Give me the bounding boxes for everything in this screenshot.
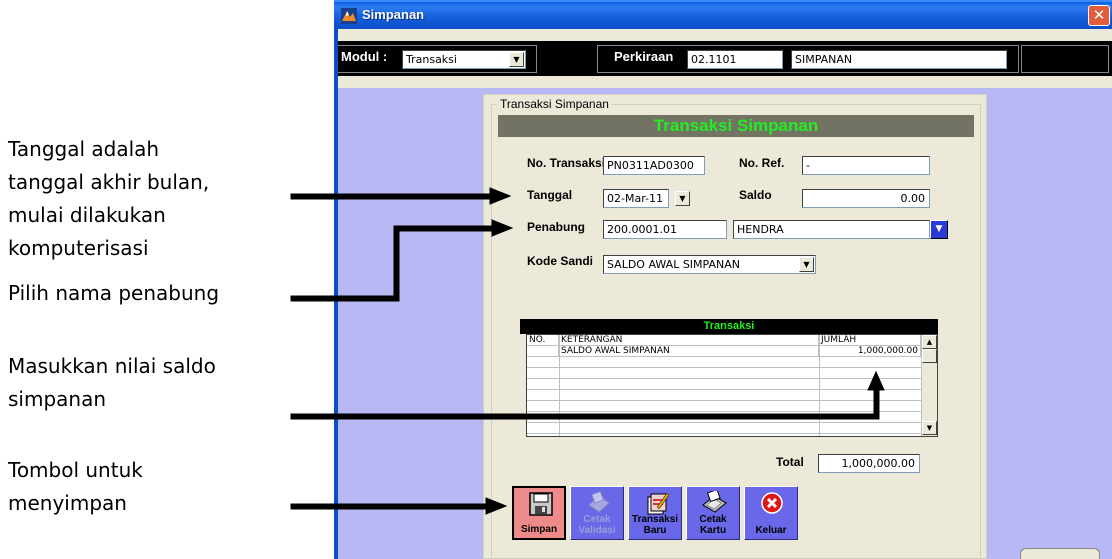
print-icon — [588, 491, 610, 513]
cetak-validasi-label: Cetak Validasi — [578, 514, 616, 536]
grid-title: Transaksi — [520, 319, 938, 334]
new-document-icon — [647, 492, 669, 515]
kode-sandi-select[interactable]: SALDO AWAL SIMPANAN ▼ — [603, 255, 816, 274]
row-keterangan-cell: SALDO AWAL SIMPANAN — [559, 346, 819, 357]
chevron-down-icon[interactable]: ▼ — [799, 257, 814, 272]
form-heading: Transaksi Simpanan — [498, 115, 974, 137]
keluar-button[interactable]: Keluar — [744, 486, 798, 540]
saldo-label: Saldo — [739, 188, 772, 202]
annotation-simpan: Tombol untuk menyimpan — [8, 458, 143, 515]
no-ref-label: No. Ref. — [739, 156, 785, 170]
annotation-tanggal: Tanggal adalah tanggal akhir bulan, mula… — [8, 137, 210, 260]
modul-label: Modul : — [341, 49, 388, 64]
close-button[interactable]: ✕ — [1088, 5, 1110, 26]
group-title: Transaksi Simpanan — [497, 97, 612, 111]
annotation-penabung: Pilih nama penabung — [8, 281, 220, 305]
transaksi-baru-button[interactable]: Transaksi Baru — [628, 486, 682, 540]
cetak-kartu-button[interactable]: Cetak Kartu — [686, 486, 740, 540]
column-header-keterangan[interactable]: KETERANGAN — [559, 335, 819, 346]
table-row[interactable]: SALDO AWAL SIMPANAN 1,000,000.00 — [527, 346, 921, 357]
app-icon — [341, 8, 357, 24]
print-card-icon — [702, 491, 727, 513]
table-row[interactable] — [527, 379, 921, 390]
scroll-up-icon[interactable]: ▲ — [922, 335, 937, 349]
kode-sandi-value: SALDO AWAL SIMPANAN — [607, 258, 740, 271]
column-header-no[interactable]: NO. — [527, 335, 559, 346]
toolbar-extra-group — [1021, 45, 1109, 73]
tanggal-field[interactable]: 02-Mar-11 — [603, 189, 669, 208]
table-row[interactable] — [527, 357, 921, 368]
cetak-kartu-label: Cetak Kartu — [699, 514, 727, 536]
row-jumlah-cell: 1,000,000.00 — [819, 346, 921, 357]
tanggal-label: Tanggal — [527, 188, 573, 202]
table-row[interactable] — [527, 412, 921, 423]
keluar-label: Keluar — [755, 525, 787, 536]
total-field[interactable]: 1,000,000.00 — [818, 454, 920, 473]
kode-sandi-label: Kode Sandi — [527, 254, 594, 268]
perkiraan-name-field[interactable]: SIMPANAN — [791, 50, 1007, 69]
simpan-label: Simpan — [520, 524, 558, 535]
modul-value: Transaksi — [406, 53, 457, 66]
window-left-border — [334, 29, 338, 559]
grid-header-row: NO. KETERANGAN JUMLAH — [527, 335, 921, 346]
table-row[interactable] — [527, 368, 921, 379]
penabung-label: Penabung — [527, 220, 586, 234]
date-dropdown-icon[interactable]: ▼ — [675, 191, 690, 206]
no-ref-field[interactable]: - — [802, 156, 930, 175]
simpanan-window: Simpanan ✕ Modul : Transaksi ▼ Perkiraan… — [334, 0, 1112, 559]
title-bar[interactable]: Simpanan ✕ — [334, 0, 1112, 29]
grid-column-divider — [559, 335, 560, 436]
saldo-field[interactable]: 0.00 — [802, 189, 930, 208]
toolbar-band: Modul : Transaksi ▼ Perkiraan 02.1101 SI… — [334, 41, 1112, 76]
no-transaksi-label: No. Transaksi — [527, 156, 606, 170]
table-row[interactable] — [527, 401, 921, 412]
total-label: Total — [776, 455, 804, 469]
toolbar: Modul : Transaksi ▼ Perkiraan 02.1101 SI… — [334, 29, 1112, 88]
perkiraan-label: Perkiraan — [614, 49, 674, 64]
form-panel: Transaksi Simpanan Transaksi Simpanan No… — [483, 94, 987, 559]
scroll-down-icon[interactable]: ▼ — [922, 421, 937, 435]
table-row[interactable] — [527, 423, 921, 434]
no-transaksi-field[interactable]: PN0311AD0300 — [603, 156, 705, 175]
floppy-disk-icon — [529, 492, 553, 516]
transaksi-grid: Transaksi NO. KETERANGAN JUMLAH SALDO AW… — [520, 319, 938, 437]
grid-column-divider — [819, 335, 820, 436]
close-circle-icon — [761, 492, 783, 514]
table-row[interactable] — [527, 390, 921, 401]
row-no-cell — [527, 346, 559, 357]
penabung-code-field[interactable]: 200.0001.01 — [603, 220, 727, 239]
grid-body: NO. KETERANGAN JUMLAH SALDO AWAL SIMPANA… — [526, 334, 938, 437]
grid-scrollbar[interactable]: ▲ ▼ — [921, 335, 937, 436]
scroll-thumb[interactable] — [922, 349, 937, 363]
chevron-down-icon[interactable]: ▼ — [509, 52, 524, 67]
cetak-validasi-button[interactable]: Cetak Validasi — [570, 486, 624, 540]
window-title: Simpanan — [362, 7, 425, 22]
partial-button[interactable] — [1020, 548, 1100, 559]
penabung-lookup-icon[interactable]: ▼ — [930, 220, 948, 239]
column-header-jumlah[interactable]: JUMLAH — [819, 335, 921, 346]
annotation-saldo: Masukkan nilai saldo simpanan — [8, 354, 216, 411]
perkiraan-code-field[interactable]: 02.1101 — [687, 50, 783, 69]
transaksi-baru-label: Transaksi Baru — [631, 514, 679, 536]
penabung-name-field[interactable]: HENDRA — [733, 220, 930, 239]
modul-select[interactable]: Transaksi ▼ — [402, 50, 526, 69]
simpan-button[interactable]: Simpan — [512, 486, 566, 540]
